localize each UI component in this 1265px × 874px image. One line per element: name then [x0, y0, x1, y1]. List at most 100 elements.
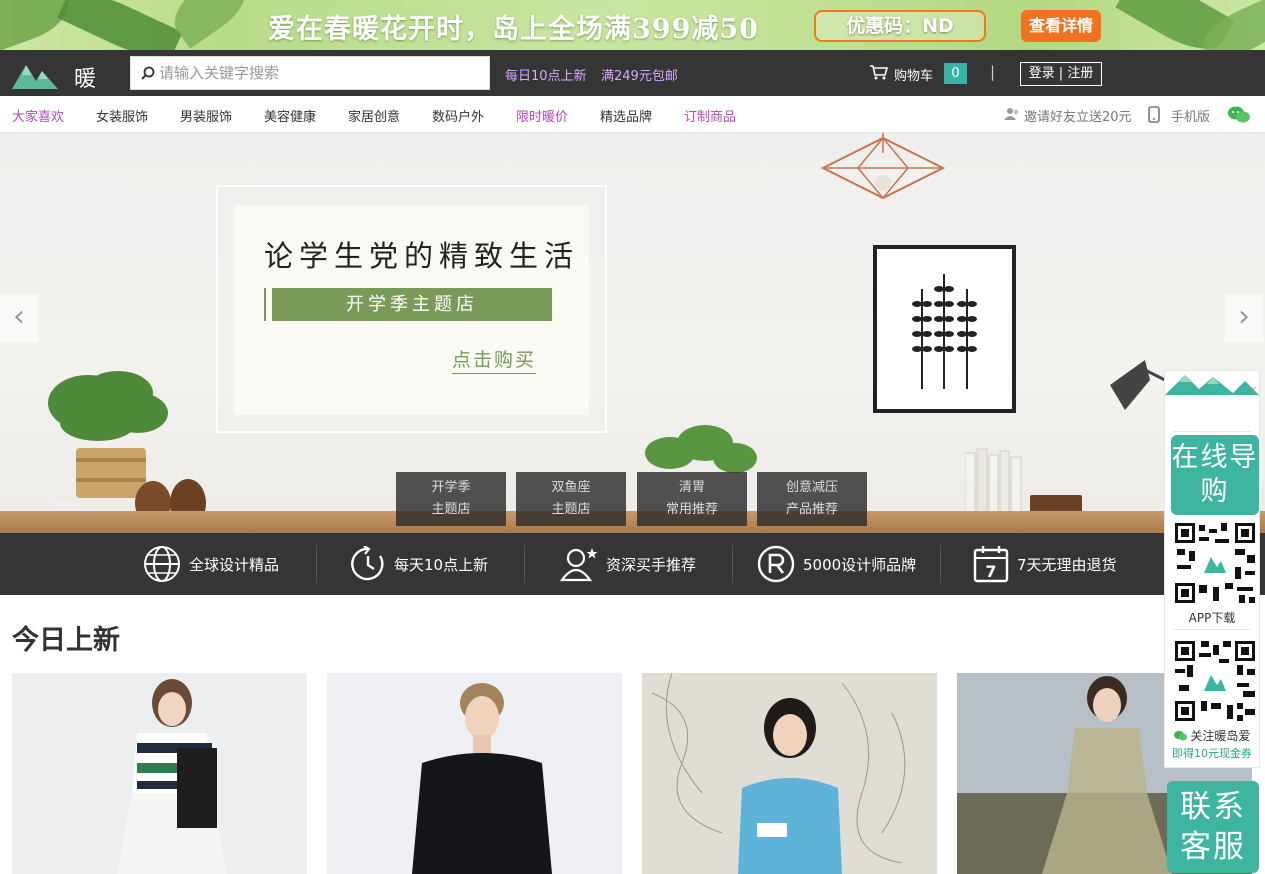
carousel-next-button[interactable]: › [1225, 294, 1263, 342]
float-logo-icon [1165, 375, 1259, 395]
product-image [642, 673, 937, 874]
feature-return-policy: 7 7天无理由退货 [973, 546, 1117, 583]
follow-text: 关注暖岛爱 [1190, 729, 1251, 743]
promo-banner[interactable]: 爱在春暖花开时，岛上全场满399减50 优惠码：ND 查看详情 [0, 0, 1265, 50]
pendant-lamp-image [820, 133, 946, 200]
nav-item-popular[interactable]: 大家喜欢 [12, 106, 64, 125]
hero-tab-line2: 常用推荐 [665, 502, 718, 517]
feature-label: 5000设计师品牌 [803, 555, 917, 574]
hero-tab-line2: 产品推荐 [785, 502, 838, 517]
carousel-prev-button[interactable]: ‹ [0, 294, 38, 342]
nav-item-digital[interactable]: 数码户外 [432, 106, 484, 125]
cart-count-badge: 0 [944, 63, 967, 84]
buy-now-link[interactable]: 点击购买 [452, 345, 537, 374]
wechat-small-icon [1173, 731, 1187, 741]
float-close-button[interactable]: x [1250, 383, 1257, 396]
search-box [130, 56, 490, 90]
hero-tab-line1: 清胃 [678, 480, 705, 495]
invite-friends-link[interactable]: 邀请好友立送20元 [1024, 106, 1132, 125]
hero-title-accent [264, 288, 266, 321]
category-nav: 大家喜欢 女装服饰 男装服饰 美容健康 家居创意 数码户外 限时暖价 精选品牌 … [0, 96, 1265, 133]
feature-designer-brands: 5000设计师品牌 [757, 545, 917, 583]
section-title: 今日上新 [12, 625, 120, 656]
feature-global-design: 全球设计精品 [143, 546, 280, 582]
product-image [327, 673, 622, 874]
wall-frame-image [873, 245, 1016, 413]
leaf-decoration [57, 0, 183, 50]
feature-divider [524, 545, 525, 583]
hero-tab-2[interactable]: 双鱼座 主题店 [516, 472, 626, 526]
search-input[interactable] [159, 57, 479, 89]
app-download-label: APP下载 [1188, 611, 1236, 625]
mobile-icon [1148, 106, 1160, 123]
hero-tab-3[interactable]: 清胃 常用推荐 [637, 472, 747, 526]
nav-item-home[interactable]: 家居创意 [348, 106, 400, 125]
cart-link[interactable]: 购物车 [894, 65, 933, 84]
user-star-icon [560, 548, 598, 582]
hero-tab-line1: 创意减压 [785, 480, 838, 495]
registered-icon [757, 545, 795, 583]
product-image [12, 673, 307, 874]
features-strip: 全球设计精品 每天10点上新 资深买手推荐 5000设计师品牌 7 7天无理由退… [0, 533, 1265, 595]
hero-card[interactable]: 论学生党的精致生活 开学季主题店 点击购买 [234, 205, 589, 415]
nav-item-womens[interactable]: 女装服饰 [96, 106, 148, 125]
hero-tab-line1: 双鱼座 [551, 480, 591, 495]
search-icon[interactable] [141, 66, 155, 80]
wechat-qr-code [1173, 639, 1257, 723]
feature-divider [316, 545, 317, 583]
coupon-code: 优惠码：ND [814, 10, 986, 42]
float-divider [1173, 629, 1251, 630]
follow-label: 关注暖岛爱 [1165, 727, 1259, 744]
float-divider [1173, 431, 1251, 432]
globe-icon [144, 546, 180, 582]
free-shipping-link[interactable]: 满249元包邮 [601, 65, 678, 84]
books-image [965, 448, 1022, 513]
feature-divider [940, 545, 941, 583]
hero-subtitle: 开学季主题店 [272, 288, 552, 321]
calendar-icon: 7 [973, 546, 1009, 583]
hero-tab-1[interactable]: 开学季 主题店 [396, 472, 506, 526]
clock-refresh-icon [351, 546, 384, 581]
feature-label: 每天10点上新 [394, 555, 489, 574]
header-divider: | [990, 63, 996, 81]
feature-label: 7天无理由退货 [1017, 555, 1117, 574]
chevron-left-icon: ‹ [13, 299, 25, 334]
promo-text: 爱在春暖花开时，岛上全场满399减50 [268, 14, 759, 45]
nav-item-flash-sale[interactable]: 限时暖价 [516, 106, 568, 125]
online-guide-button[interactable]: 在线导购 [1171, 435, 1259, 515]
login-register-button[interactable]: 登录 | 注册 [1020, 62, 1102, 86]
nav-item-beauty[interactable]: 美容健康 [264, 106, 316, 125]
follow-promo: 即得10元现金券 [1172, 747, 1252, 760]
nav-item-mens[interactable]: 男装服饰 [180, 106, 232, 125]
feature-divider [732, 545, 733, 583]
nav-item-brands[interactable]: 精选品牌 [600, 106, 652, 125]
hero-tab-line2: 主题店 [551, 502, 591, 517]
hero-title: 论学生党的精致生活 [264, 239, 580, 273]
customer-service-button[interactable]: 联系客服 [1167, 781, 1259, 873]
mobile-version-link[interactable]: 手机版 [1171, 106, 1210, 125]
view-details-button[interactable]: 查看详情 [1021, 10, 1101, 42]
svg-text:7: 7 [985, 562, 996, 581]
product-card[interactable] [12, 673, 307, 874]
feature-label: 全球设计精品 [189, 555, 280, 574]
users-icon [1004, 108, 1019, 120]
daily-new-link[interactable]: 每日10点上新 [505, 65, 587, 84]
chevron-right-icon: › [1238, 299, 1250, 334]
potted-plant-image [48, 371, 206, 527]
cart-icon[interactable] [870, 65, 888, 80]
product-card[interactable] [327, 673, 622, 874]
hero-carousel[interactable]: 论学生党的精致生活 开学季主题店 点击购买 ‹ › 开学季 主题店 双鱼座 主题… [0, 133, 1265, 533]
site-header: 暖岛 每日10点上新 满249元包邮 购物车 0 | 登录 | 注册 [0, 50, 1265, 124]
hero-tab-4[interactable]: 创意减压 产品推荐 [757, 472, 867, 526]
feature-label: 资深买手推荐 [606, 555, 697, 574]
feature-buyer-recommend: 资深买手推荐 [560, 547, 697, 582]
logo[interactable]: 暖岛 [12, 55, 117, 124]
right-float-panel: 在线导购 APP下载 关注暖岛爱 即得10元现金券 [1164, 370, 1260, 768]
product-card[interactable] [642, 673, 937, 874]
app-qr-code [1173, 521, 1257, 605]
wechat-icon[interactable] [1227, 105, 1251, 124]
nav-item-custom[interactable]: 订制商品 [684, 106, 736, 125]
hero-tab-line2: 主题店 [431, 502, 471, 517]
hero-tab-line1: 开学季 [431, 480, 471, 495]
feature-daily-new: 每天10点上新 [350, 546, 489, 581]
